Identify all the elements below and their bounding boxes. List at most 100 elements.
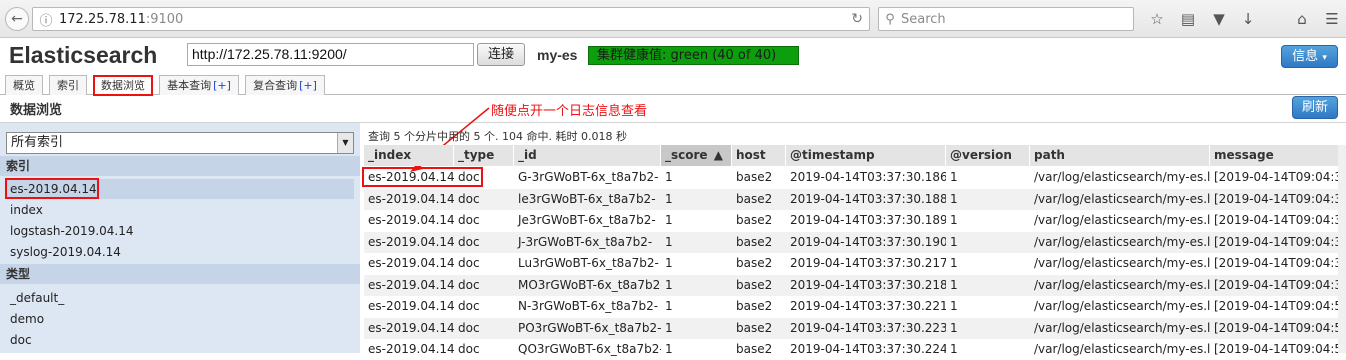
table-cell-timestamp: 2019-04-14T03:37:30.221Z: [790, 299, 946, 313]
table-cell-timestamp: 2019-04-14T03:37:30.217Z: [790, 256, 946, 270]
column-header[interactable]: host: [732, 145, 786, 166]
sidebar-item-index[interactable]: index: [6, 200, 354, 220]
table-cell-host: base2: [736, 234, 773, 249]
column-header[interactable]: @timestamp: [786, 145, 946, 166]
column-header-label: _id: [518, 148, 537, 162]
table-cell-id: N-3rGWoBT-6x_t8a7b2-: [518, 299, 659, 313]
column-header[interactable]: _index: [364, 145, 454, 166]
table-cell-path: /var/log/elasticsearch/my-es.log: [1034, 320, 1210, 335]
dropdown-arrow-icon: ▼: [337, 133, 353, 153]
table-cell-version: 1: [950, 191, 958, 206]
column-header-label: message: [1214, 148, 1274, 162]
table-cell-host: base2: [736, 213, 773, 227]
index-select[interactable]: 所有索引 ▼: [6, 132, 354, 154]
table-cell-type: doc: [458, 277, 480, 292]
column-header[interactable]: _id: [514, 145, 661, 166]
table-cell-timestamp: 2019-04-14T03:37:30.188Z: [790, 191, 946, 206]
column-header-label: _type: [458, 148, 495, 162]
table-cell-message: [2019-04-14T09:04:31,: [1214, 256, 1346, 270]
table-cell-message: [2019-04-14T09:04:55,: [1214, 320, 1346, 335]
scrollbar[interactable]: [1338, 145, 1346, 353]
column-header-label: _index: [368, 148, 412, 162]
table-cell-id: QO3rGWoBT-6x_t8a7b2-: [518, 342, 661, 356]
table-cell-version: 1: [950, 170, 958, 184]
column-header[interactable]: path: [1030, 145, 1210, 166]
table-cell-host: base2: [736, 320, 773, 335]
table-cell-type: doc: [458, 191, 480, 206]
table-row[interactable]: es-2019.04.14 doc G-3rGWoBT-6x_t8a7b2- 1 bas…: [364, 167, 1346, 188]
column-header[interactable]: message: [1210, 145, 1346, 166]
table-cell-path: /var/log/elasticsearch/my-es.log: [1034, 191, 1210, 206]
sort-ascending-icon: ▲: [713, 148, 723, 162]
table-cell-index: es-2019.04.14: [368, 234, 454, 249]
column-header[interactable]: _score ▲: [661, 145, 732, 166]
table-cell-version: 1: [950, 234, 958, 249]
table-cell-message: [2019-04-14T09:04:31,: [1214, 277, 1346, 292]
table-cell-type: doc: [458, 234, 480, 249]
table-cell-timestamp: 2019-04-14T03:37:30.218Z: [790, 277, 946, 292]
table-cell-type: doc: [458, 170, 480, 184]
table-cell-index: es-2019.04.14: [368, 277, 454, 292]
table-cell-score: 1: [665, 170, 673, 184]
table-row[interactable]: es-2019.04.14 doc J-3rGWoBT-6x_t8a7b2- 1 bas…: [364, 231, 1346, 253]
table-cell-message: [2019-04-14T09:04:31,: [1214, 191, 1346, 206]
table-cell-path: /var/log/elasticsearch/my-es.log: [1034, 342, 1210, 356]
table-cell-message: [2019-04-14T09:04:50,: [1214, 299, 1346, 313]
table-cell-version: 1: [950, 299, 958, 313]
table-cell-message: [2019-04-14T09:04:31,: [1214, 234, 1346, 249]
table-cell-id: PO3rGWoBT-6x_t8a7b2-: [518, 320, 661, 335]
table-cell-path: /var/log/elasticsearch/my-es.log: [1034, 256, 1210, 270]
column-header[interactable]: @version: [946, 145, 1030, 166]
table-cell-path: /var/log/elasticsearch/my-es.log: [1034, 170, 1210, 184]
table-cell-index: es-2019.04.14: [368, 170, 454, 184]
table-header: _index _type _id _score ▲ host @timestamp @vers…: [364, 145, 1346, 166]
table-cell-host: base2: [736, 342, 773, 356]
table-cell-score: 1: [665, 213, 673, 227]
table-cell-timestamp: 2019-04-14T03:37:30.186Z: [790, 170, 946, 184]
table-row[interactable]: es-2019.04.14 doc PO3rGWoBT-6x_t8a7b2- 1 bas…: [364, 317, 1346, 339]
table-row[interactable]: es-2019.04.14 doc Je3rGWoBT-6x_t8a7b2- 1 bas…: [364, 210, 1346, 231]
table-cell-message: [2019-04-14T09:04:55,: [1214, 342, 1346, 356]
table-cell-timestamp: 2019-04-14T03:37:30.189Z: [790, 213, 946, 227]
table-row[interactable]: es-2019.04.14 doc QO3rGWoBT-6x_t8a7b2- 1 bas…: [364, 339, 1346, 360]
column-header-label: host: [736, 148, 766, 162]
result-summary: 查询 5 个分片中用的 5 个. 104 命中. 耗时 0.018 秒: [368, 130, 627, 143]
index-heading: 索引: [0, 156, 360, 176]
table-cell-host: base2: [736, 191, 773, 206]
table-cell-id: Lu3rGWoBT-6x_t8a7b2-: [518, 256, 659, 270]
type-heading: 类型: [0, 264, 360, 284]
table-cell-version: 1: [950, 256, 958, 270]
table-cell-score: 1: [665, 299, 673, 313]
table-cell-index: es-2019.04.14: [368, 299, 454, 313]
table-cell-index: es-2019.04.14: [368, 213, 454, 227]
table-cell-index: es-2019.04.14: [368, 191, 454, 206]
sidebar-item-index[interactable]: syslog-2019.04.14: [6, 242, 354, 262]
table-cell-score: 1: [665, 191, 673, 206]
table-row[interactable]: es-2019.04.14 doc MO3rGWoBT-6x_t8a7b2- 1 bas…: [364, 274, 1346, 296]
table-cell-timestamp: 2019-04-14T03:37:30.223Z: [790, 320, 946, 335]
table-cell-version: 1: [950, 342, 958, 356]
table-row[interactable]: es-2019.04.14 doc N-3rGWoBT-6x_t8a7b2- 1 bas…: [364, 296, 1346, 317]
sidebar-item-type[interactable]: _default_: [6, 288, 354, 308]
table-row[interactable]: es-2019.04.14 doc le3rGWoBT-6x_t8a7b2- 1 bas…: [364, 188, 1346, 210]
table-cell-version: 1: [950, 277, 958, 292]
table-cell-score: 1: [665, 234, 673, 249]
column-header[interactable]: _type: [454, 145, 514, 166]
table-cell-type: doc: [458, 299, 480, 313]
table-row[interactable]: es-2019.04.14 doc Lu3rGWoBT-6x_t8a7b2- 1 bas…: [364, 253, 1346, 274]
sidebar-item-index[interactable]: es-2019.04.14: [6, 179, 354, 199]
table-cell-host: base2: [736, 277, 773, 292]
table-cell-index: es-2019.04.14: [368, 256, 454, 270]
sidebar-item-type[interactable]: doc: [6, 330, 354, 350]
column-header-label: _score: [665, 148, 708, 162]
table-cell-id: MO3rGWoBT-6x_t8a7b2-: [518, 277, 661, 292]
table-cell-path: /var/log/elasticsearch/my-es.log: [1034, 277, 1210, 292]
table-cell-message: [2019-04-14T09:04:31,: [1214, 213, 1346, 227]
sidebar-item-index[interactable]: logstash-2019.04.14: [6, 221, 354, 241]
table-cell-host: base2: [736, 170, 773, 184]
table-cell-id: le3rGWoBT-6x_t8a7b2-: [518, 191, 656, 206]
table-cell-score: 1: [665, 320, 673, 335]
table-cell-index: es-2019.04.14: [368, 342, 454, 356]
sidebar-item-type[interactable]: demo: [6, 309, 354, 329]
index-select-value: 所有索引: [11, 135, 64, 150]
